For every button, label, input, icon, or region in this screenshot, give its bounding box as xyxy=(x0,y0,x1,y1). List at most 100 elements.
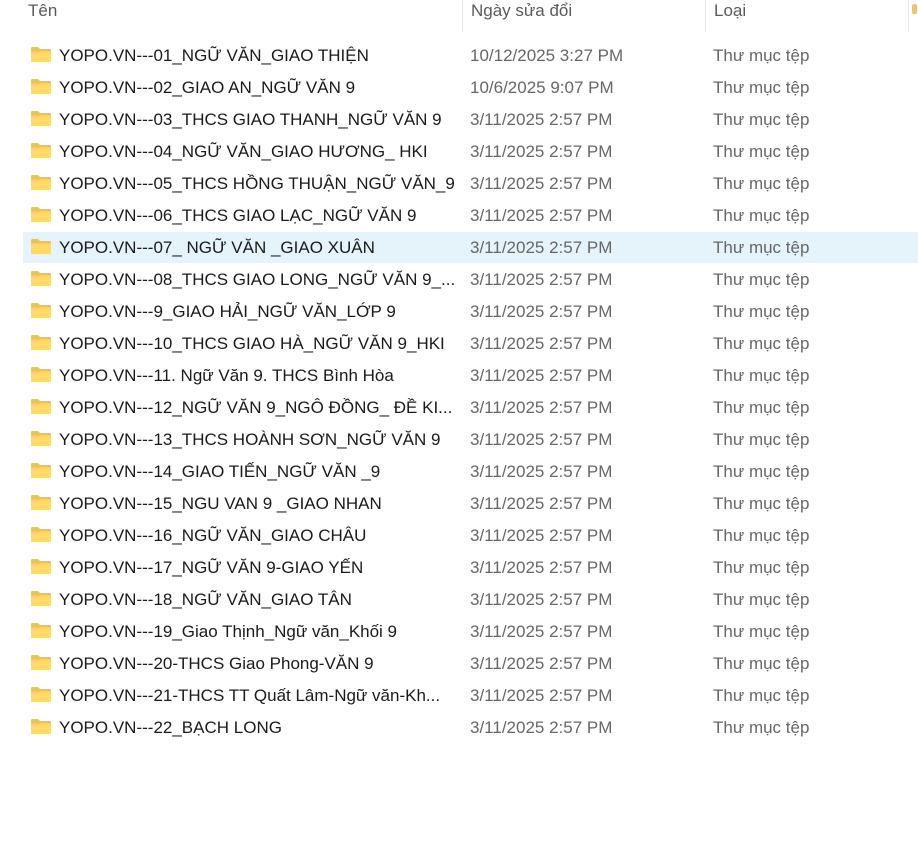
file-row[interactable]: YOPO.VN---01_NGỮ VĂN_GIAO THIỆN 10/12/202… xyxy=(23,40,918,71)
file-date-modified: 3/11/2025 2:57 PM xyxy=(470,462,613,481)
file-name: YOPO.VN---14_GIAO TIẾN_NGỮ VĂN _9 xyxy=(59,462,381,481)
file-row[interactable]: YOPO.VN---10_THCS GIAO HÀ_NGỮ VĂN 9_HKI 3… xyxy=(23,328,918,359)
file-type: Thư mục tệp xyxy=(713,334,810,353)
column-header-date-modified[interactable]: Ngày sửa đổi xyxy=(462,0,702,32)
file-name: YOPO.VN---19_Giao Thịnh_Ngữ văn_Khối 9 xyxy=(59,622,398,641)
folder-icon xyxy=(30,398,52,415)
column-header-type[interactable]: Loại xyxy=(705,0,905,32)
file-type: Thư mục tệp xyxy=(713,142,810,161)
file-date-modified: 3/11/2025 2:57 PM xyxy=(470,302,613,321)
file-name: YOPO.VN---17_NGỮ VĂN 9-GIAO YẾN xyxy=(59,558,364,577)
file-row[interactable]: YOPO.VN---21-THCS TT Quất Lâm-Ngữ văn-Kh… xyxy=(23,680,918,711)
folder-icon xyxy=(30,366,52,383)
file-row[interactable]: YOPO.VN---07_ NGỮ VĂN _GIAO XUÂN 3/11/202… xyxy=(23,232,918,263)
file-name: YOPO.VN---16_NGỮ VĂN_GIAO CHÂU xyxy=(59,526,367,545)
column-header-bar: Tên Ngày sửa đổi Loại xyxy=(0,0,918,32)
folder-icon xyxy=(30,238,52,255)
folder-icon xyxy=(30,110,52,127)
file-date-modified: 3/11/2025 2:57 PM xyxy=(470,206,613,225)
folder-icon xyxy=(30,462,52,479)
file-row[interactable]: YOPO.VN---14_GIAO TIẾN_NGỮ VĂN _9 3/11/20… xyxy=(23,456,918,487)
file-row[interactable]: YOPO.VN---15_NGU VAN 9 _GIAO NHAN 3/11/20… xyxy=(23,488,918,519)
file-date-modified: 3/11/2025 2:57 PM xyxy=(470,174,613,193)
file-date-modified: 3/11/2025 2:57 PM xyxy=(470,110,613,129)
file-date-modified: 3/11/2025 2:57 PM xyxy=(470,366,613,385)
file-name: YOPO.VN---07_ NGỮ VĂN _GIAO XUÂN xyxy=(59,238,375,257)
file-date-modified: 3/11/2025 2:57 PM xyxy=(470,430,613,449)
folder-icon xyxy=(30,686,52,703)
folder-icon xyxy=(30,142,52,159)
file-row[interactable]: YOPO.VN---03_THCS GIAO THANH_NGỮ VĂN 9 3/… xyxy=(23,104,918,135)
file-date-modified: 3/11/2025 2:57 PM xyxy=(470,654,613,673)
file-row[interactable]: YOPO.VN---22_BẠCH LONG 3/11/2025 2:57 PM T… xyxy=(23,712,918,743)
file-type: Thư mục tệp xyxy=(713,686,810,705)
file-type: Thư mục tệp xyxy=(713,302,810,321)
file-name: YOPO.VN---02_GIAO AN_NGỮ VĂN 9 xyxy=(59,78,356,97)
file-type: Thư mục tệp xyxy=(713,494,810,513)
file-row[interactable]: YOPO.VN---18_NGỮ VĂN_GIAO TÂN 3/11/2025 2… xyxy=(23,584,918,615)
file-name: YOPO.VN---20-THCS Giao Phong-VĂN 9 xyxy=(59,654,374,673)
file-row[interactable]: YOPO.VN---05_THCS HỒNG THUẬN_NGỮ VĂN_9 3/… xyxy=(23,168,918,199)
file-row[interactable]: YOPO.VN---19_Giao Thịnh_Ngữ văn_Khối 9 3/… xyxy=(23,616,918,647)
file-row[interactable]: YOPO.VN---20-THCS Giao Phong-VĂN 9 3/11/2… xyxy=(23,648,918,679)
file-name: YOPO.VN---10_THCS GIAO HÀ_NGỮ VĂN 9_HKI xyxy=(59,334,445,353)
file-name: YOPO.VN---08_THCS GIAO LONG_NGỮ VĂN 9_..… xyxy=(59,270,454,289)
file-date-modified: 3/11/2025 2:57 PM xyxy=(470,238,613,257)
file-row[interactable]: YOPO.VN---11. Ngữ Văn 9. THCS Bình Hòa 3/… xyxy=(23,360,918,391)
file-date-modified: 10/12/2025 3:27 PM xyxy=(470,46,624,65)
file-row[interactable]: YOPO.VN---02_GIAO AN_NGỮ VĂN 9 10/6/2025 … xyxy=(23,72,918,103)
file-name: YOPO.VN---9_GIAO HẢI_NGỮ VĂN_LỚP 9 xyxy=(59,302,396,321)
file-name: YOPO.VN---06_THCS GIAO LẠC_NGỮ VĂN 9 xyxy=(59,206,417,225)
file-row[interactable]: YOPO.VN---08_THCS GIAO LONG_NGỮ VĂN 9_..… xyxy=(23,264,918,295)
file-name: YOPO.VN---18_NGỮ VĂN_GIAO TÂN xyxy=(59,590,352,609)
file-name: YOPO.VN---12_NGỮ VĂN 9_NGÔ ĐỒNG_ ĐỀ KI..… xyxy=(59,398,453,417)
folder-icon xyxy=(30,174,52,191)
folder-icon xyxy=(30,270,52,287)
file-date-modified: 3/11/2025 2:57 PM xyxy=(470,590,613,609)
file-row[interactable]: YOPO.VN---13_THCS HOÀNH SƠN_NGỮ VĂN 9 3/1… xyxy=(23,424,918,455)
file-type: Thư mục tệp xyxy=(713,238,810,257)
folder-icon xyxy=(30,334,52,351)
folder-icon xyxy=(30,430,52,447)
file-type: Thư mục tệp xyxy=(713,718,810,737)
file-type: Thư mục tệp xyxy=(713,366,810,385)
file-type: Thư mục tệp xyxy=(713,622,810,641)
folder-icon xyxy=(30,558,52,575)
file-date-modified: 3/11/2025 2:57 PM xyxy=(470,622,613,641)
file-name: YOPO.VN---11. Ngữ Văn 9. THCS Bình Hòa xyxy=(59,366,394,385)
folder-icon xyxy=(30,590,52,607)
folder-icon xyxy=(30,654,52,671)
file-row[interactable]: YOPO.VN---17_NGỮ VĂN 9-GIAO YẾN 3/11/2025… xyxy=(23,552,918,583)
file-date-modified: 10/6/2025 9:07 PM xyxy=(470,78,614,97)
file-date-modified: 3/11/2025 2:57 PM xyxy=(470,142,613,161)
file-type: Thư mục tệp xyxy=(713,174,810,193)
file-row[interactable]: YOPO.VN---06_THCS GIAO LẠC_NGỮ VĂN 9 3/11… xyxy=(23,200,918,231)
file-type: Thư mục tệp xyxy=(713,558,810,577)
folder-icon xyxy=(30,494,52,511)
file-name: YOPO.VN---22_BẠCH LONG xyxy=(59,718,282,737)
file-row[interactable]: YOPO.VN---12_NGỮ VĂN 9_NGÔ ĐỒNG_ ĐỀ KI..… xyxy=(23,392,918,423)
file-date-modified: 3/11/2025 2:57 PM xyxy=(470,398,613,417)
file-type: Thư mục tệp xyxy=(713,206,810,225)
folder-icon xyxy=(30,718,52,735)
file-type: Thư mục tệp xyxy=(713,78,810,97)
file-type: Thư mục tệp xyxy=(713,654,810,673)
file-type: Thư mục tệp xyxy=(713,526,810,545)
file-date-modified: 3/11/2025 2:57 PM xyxy=(470,270,613,289)
file-name: YOPO.VN---13_THCS HOÀNH SƠN_NGỮ VĂN 9 xyxy=(59,430,441,449)
file-name: YOPO.VN---05_THCS HỒNG THUẬN_NGỮ VĂN_9 xyxy=(59,174,454,193)
folder-icon xyxy=(30,302,52,319)
file-date-modified: 3/11/2025 2:57 PM xyxy=(470,334,613,353)
file-type: Thư mục tệp xyxy=(713,590,810,609)
file-type: Thư mục tệp xyxy=(713,46,810,65)
file-name: YOPO.VN---15_NGU VAN 9 _GIAO NHAN xyxy=(59,494,382,513)
column-header-name[interactable]: Tên xyxy=(20,0,459,32)
file-date-modified: 3/11/2025 2:57 PM xyxy=(470,718,613,737)
file-row[interactable]: YOPO.VN---9_GIAO HẢI_NGỮ VĂN_LỚP 9 3/11/2… xyxy=(23,296,918,327)
file-name: YOPO.VN---21-THCS TT Quất Lâm-Ngữ văn-Kh… xyxy=(59,686,441,705)
file-row[interactable]: YOPO.VN---04_NGỮ VĂN_GIAO HƯƠNG_ HKI 3/11… xyxy=(23,136,918,167)
column-header-more[interactable] xyxy=(908,0,918,32)
file-row[interactable]: YOPO.VN---16_NGỮ VĂN_GIAO CHÂU 3/11/2025 … xyxy=(23,520,918,551)
file-name: YOPO.VN---04_NGỮ VĂN_GIAO HƯƠNG_ HKI xyxy=(59,142,428,161)
folder-icon xyxy=(30,206,52,223)
